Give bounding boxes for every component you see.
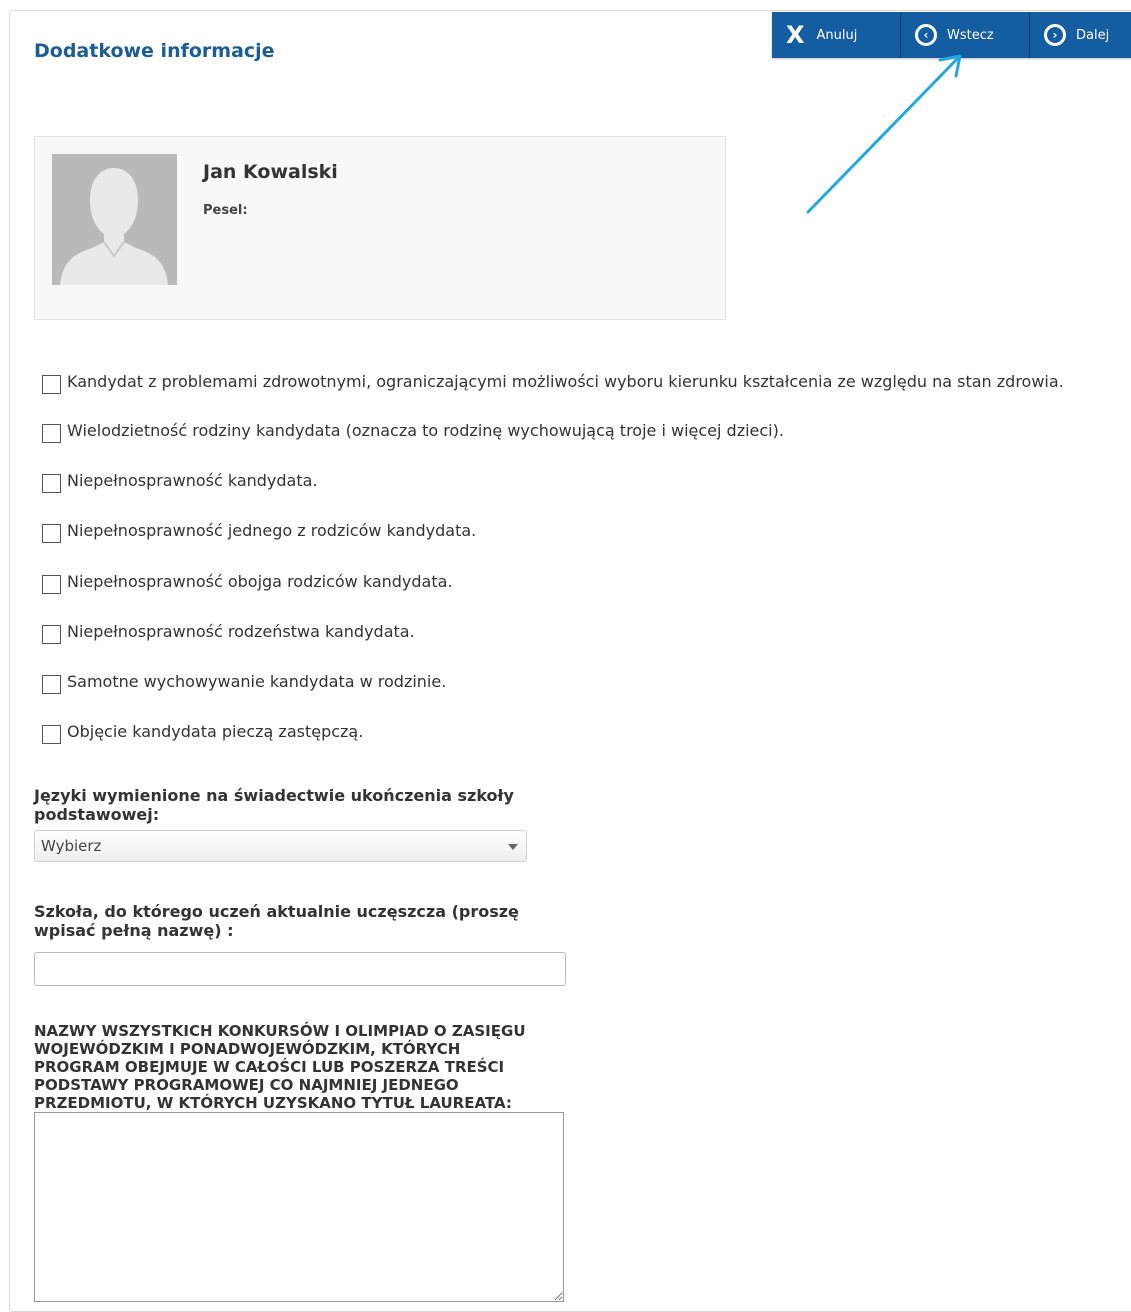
candidate-card: Jan Kowalski Pesel: bbox=[34, 136, 726, 320]
checkbox[interactable] bbox=[42, 424, 61, 443]
checkbox-item[interactable]: Objęcie kandydata pieczą zastępczą. bbox=[42, 722, 1102, 752]
contests-label: NAZWY WSZYSTKICH KONKURSÓW I OLIMPIAD O … bbox=[34, 1022, 526, 1112]
languages-select-value: Wybierz bbox=[41, 837, 102, 855]
checkbox-label: Niepełnosprawność jednego z rodziców kan… bbox=[67, 521, 477, 540]
school-label: Szkoła, do którego uczeń aktualnie uczęs… bbox=[34, 902, 519, 940]
checkbox[interactable] bbox=[42, 575, 61, 594]
checkbox-label: Niepełnosprawność kandydata. bbox=[67, 471, 318, 490]
page-title: Dodatkowe informacje bbox=[34, 40, 275, 62]
back-label: Wstecz bbox=[947, 27, 994, 43]
person-silhouette-icon bbox=[52, 154, 177, 285]
checkbox-label: Niepełnosprawność obojga rodziców kandyd… bbox=[67, 572, 453, 591]
annotation-arrow-icon bbox=[806, 54, 962, 214]
checkbox-item[interactable]: Niepełnosprawność rodzeństwa kandydata. bbox=[42, 622, 1102, 672]
cancel-label: Anuluj bbox=[816, 27, 858, 43]
chevron-down-icon bbox=[508, 844, 518, 850]
checkbox-label: Objęcie kandydata pieczą zastępczą. bbox=[67, 722, 364, 741]
checkbox-label: Kandydat z problemami zdrowotnymi, ogran… bbox=[67, 372, 1064, 391]
checkbox-item[interactable]: Wielodzietność rodziny kandydata (oznacz… bbox=[42, 421, 1102, 471]
criteria-checklist: Kandydat z problemami zdrowotnymi, ogran… bbox=[42, 372, 1102, 752]
languages-select[interactable]: Wybierz bbox=[34, 830, 527, 862]
checkbox[interactable] bbox=[42, 375, 61, 394]
checkbox-item[interactable]: Niepełnosprawność jednego z rodziców kan… bbox=[42, 521, 1102, 572]
checkbox-item[interactable]: Samotne wychowywanie kandydata w rodzini… bbox=[42, 672, 1102, 722]
languages-label: Języki wymienione na świadectwie ukończe… bbox=[34, 786, 514, 824]
checkbox-label: Niepełnosprawność rodzeństwa kandydata. bbox=[67, 622, 415, 641]
contests-textarea[interactable] bbox=[34, 1112, 564, 1302]
checkbox[interactable] bbox=[42, 625, 61, 644]
circle-chevron-right-icon: › bbox=[1044, 24, 1066, 46]
checkbox-label: Wielodzietność rodziny kandydata (oznacz… bbox=[67, 421, 784, 440]
close-icon: X bbox=[786, 21, 805, 49]
checkbox[interactable] bbox=[42, 524, 61, 543]
school-name-input[interactable] bbox=[34, 952, 566, 986]
checkbox[interactable] bbox=[42, 474, 61, 493]
checkbox-item[interactable]: Niepełnosprawność kandydata. bbox=[42, 471, 1102, 521]
next-label: Dalej bbox=[1076, 27, 1110, 43]
circle-chevron-left-icon: ‹ bbox=[915, 24, 937, 46]
checkbox[interactable] bbox=[42, 725, 61, 744]
checkbox-item[interactable]: Kandydat z problemami zdrowotnymi, ogran… bbox=[42, 372, 1102, 421]
candidate-name: Jan Kowalski bbox=[203, 161, 338, 183]
next-button[interactable]: › Dalej bbox=[1030, 12, 1131, 58]
avatar bbox=[52, 154, 177, 285]
checkbox[interactable] bbox=[42, 675, 61, 694]
checkbox-label: Samotne wychowywanie kandydata w rodzini… bbox=[67, 672, 447, 691]
checkbox-item[interactable]: Niepełnosprawność obojga rodziców kandyd… bbox=[42, 572, 1102, 622]
pesel-label: Pesel: bbox=[203, 203, 248, 218]
